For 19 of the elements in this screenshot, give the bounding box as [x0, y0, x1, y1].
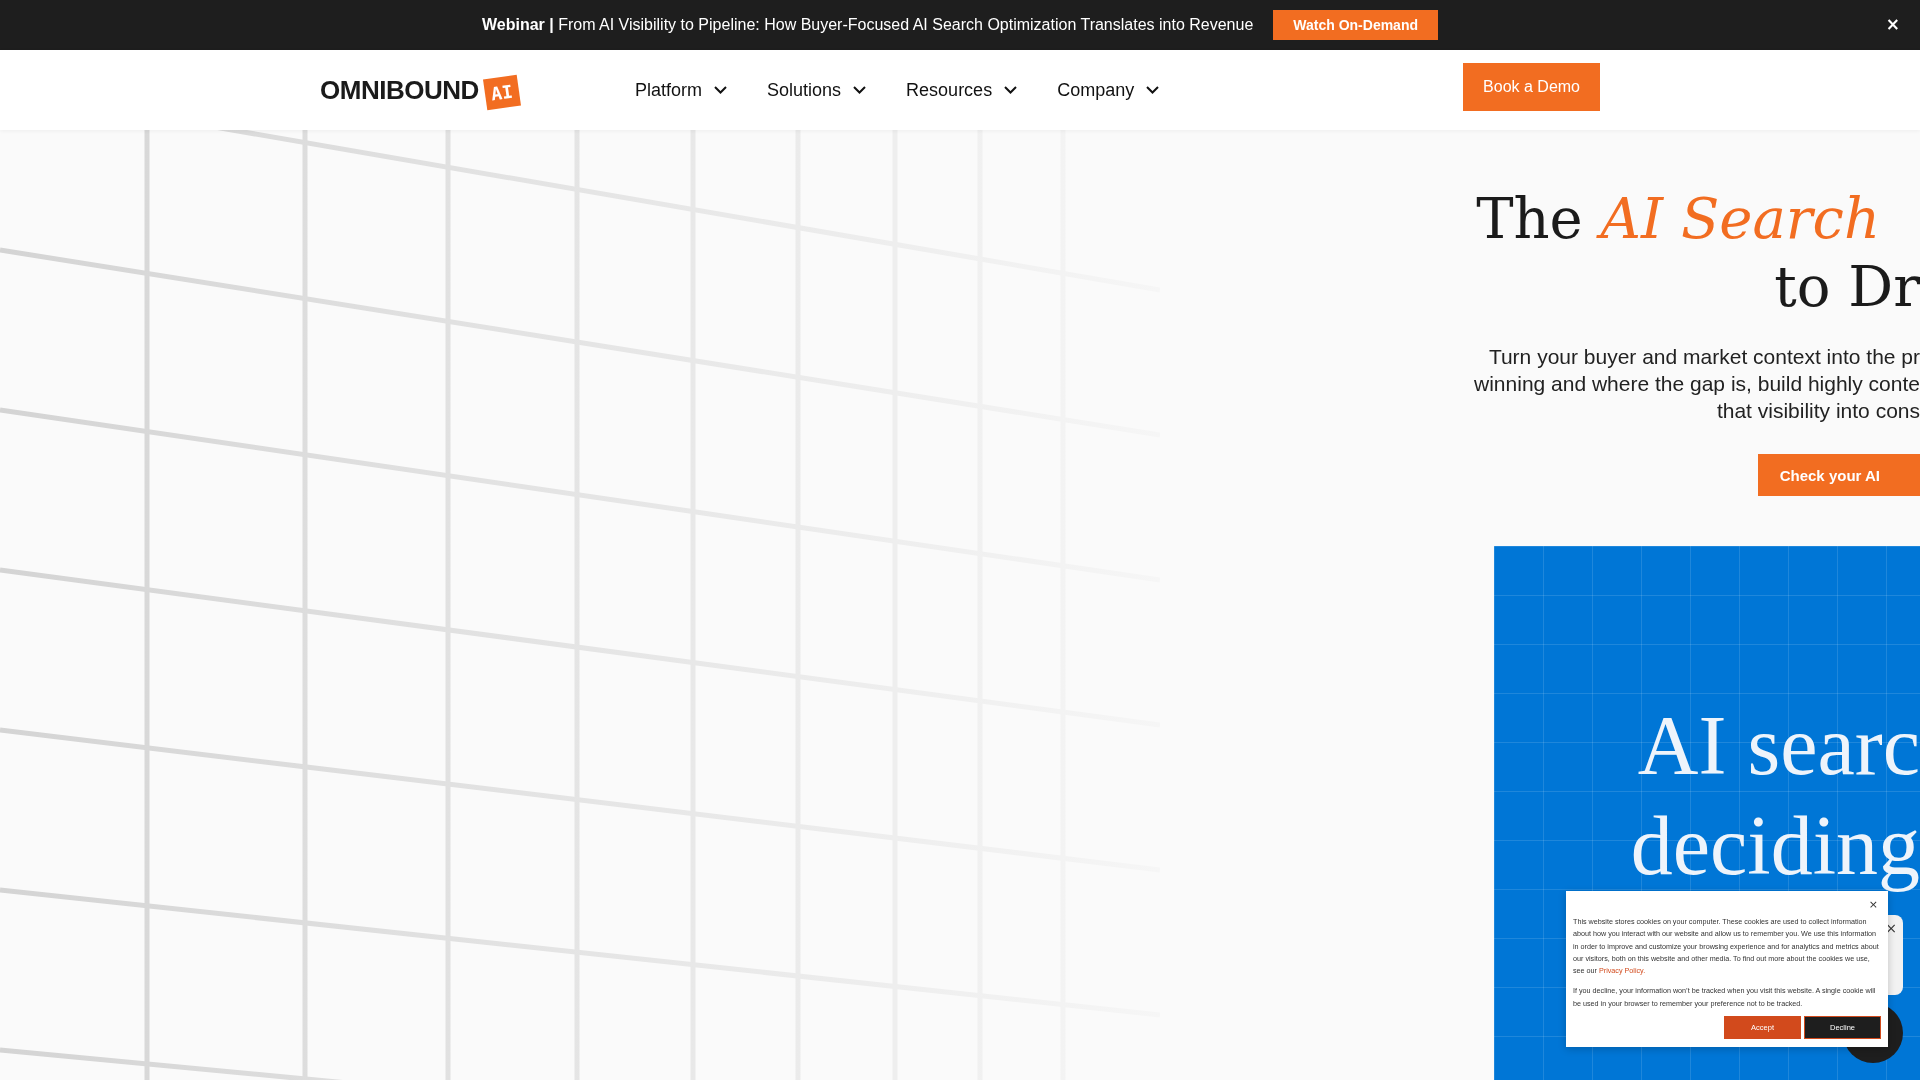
nav-link[interactable]: Solutions: [767, 79, 867, 101]
hero-title: The AI Search: [1476, 185, 1880, 253]
hero-subtitle: winning and where the gap is, build highly conte: [1474, 371, 1920, 397]
chevron-down-icon: [1004, 86, 1018, 94]
hero-subtitle: Turn your buyer and market context into the pr: [1488, 344, 1920, 370]
hero-title: to Dr: [1774, 253, 1920, 321]
panel-heading: AI searc: [1637, 698, 1920, 794]
chevron-down-icon: [1146, 86, 1160, 94]
logo-wordmark[interactable]: OMNIBOUND: [320, 74, 479, 106]
close-icon[interactable]: ×: [1885, 14, 1900, 34]
chevron-down-icon: [853, 86, 867, 94]
dialog-close-icon[interactable]: ×: [1868, 899, 1878, 910]
nav-link[interactable]: Platform: [635, 79, 728, 101]
announcement-text: Webinar | From AI Visibility to Pipeline: How Buyer-Focused AI Search Optimization Translates into Revenue: [481, 16, 1254, 34]
chevron-down-icon: [714, 86, 728, 94]
nav-link[interactable]: Resources: [906, 79, 1018, 101]
panel-heading: deciding: [1630, 798, 1920, 894]
nav-link[interactable]: Company: [1057, 79, 1160, 101]
hero-subtitle: that visibility into cons: [1716, 398, 1920, 424]
